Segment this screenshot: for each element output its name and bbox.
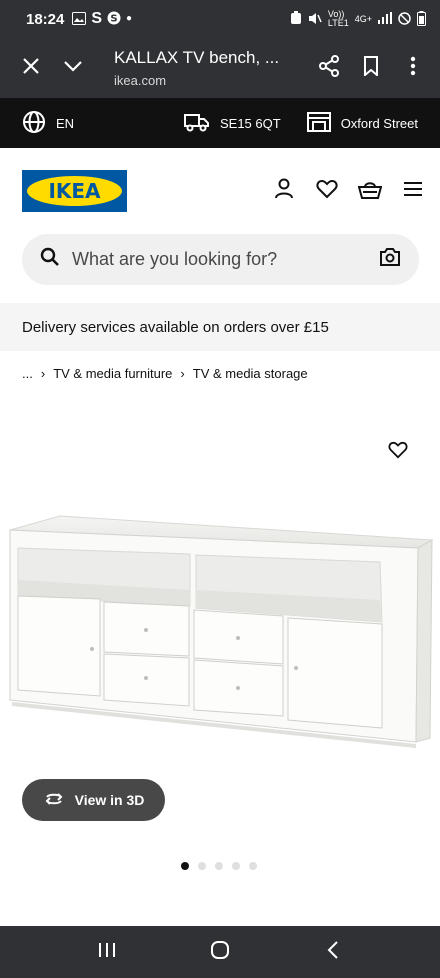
delivery-truck-icon — [183, 112, 210, 135]
menu-button[interactable] — [398, 176, 428, 206]
carousel-dot[interactable] — [198, 862, 206, 870]
carousel-dot[interactable] — [232, 862, 240, 870]
account-button[interactable] — [269, 176, 299, 206]
view-in-3d-button[interactable]: View in 3D — [22, 779, 165, 821]
alarm-icon — [290, 11, 302, 27]
search-icon — [40, 247, 60, 272]
no-sync-icon — [398, 11, 411, 27]
basket-button[interactable] — [355, 176, 385, 206]
camera-search-button[interactable] — [379, 247, 401, 272]
language-selector[interactable]: EN — [22, 110, 74, 137]
ikea-logo[interactable]: IKEA — [22, 170, 127, 212]
product-image[interactable] — [0, 500, 440, 760]
chevron-right-icon: › — [180, 366, 185, 381]
logo-oval: IKEA — [27, 176, 122, 206]
mute-icon — [308, 12, 322, 27]
image-carousel-dots — [181, 862, 257, 870]
shazam-icon: S — [107, 11, 121, 27]
tab-domain: ikea.com — [114, 73, 167, 88]
postcode-label: SE15 6QT — [219, 115, 281, 131]
bookmark-icon — [363, 55, 379, 81]
close-icon — [22, 57, 40, 80]
battery-icon — [417, 10, 426, 28]
search-bar[interactable]: What are you looking for? — [22, 234, 419, 285]
store-label: Oxford Street — [340, 115, 418, 131]
save-to-favourites-button[interactable] — [386, 440, 410, 464]
basket-icon — [357, 178, 383, 205]
share-icon — [318, 54, 340, 82]
browser-toolbar: KALLAX TV bench, ... ikea.com — [0, 38, 440, 98]
s-app-icon: S — [91, 10, 103, 27]
breadcrumb-item[interactable]: TV & media storage — [193, 366, 308, 381]
search-input[interactable]: What are you looking for? — [72, 249, 379, 270]
view-in-3d-label: View in 3D — [74, 792, 145, 808]
share-button[interactable] — [308, 47, 350, 89]
close-tab-button[interactable] — [10, 47, 52, 89]
status-time: 18:24 — [26, 10, 65, 28]
volte-indicator: Vo)) LTE1 — [328, 10, 349, 28]
delivery-banner-text: Delivery services available on orders ov… — [22, 318, 329, 336]
more-options-button[interactable] — [392, 47, 434, 89]
heart-icon — [316, 179, 338, 204]
person-icon — [274, 178, 294, 205]
chevron-down-icon — [63, 59, 83, 77]
delivery-banner[interactable]: Delivery services available on orders ov… — [0, 303, 440, 351]
lte-label: LTE1 — [327, 18, 349, 28]
carousel-dot[interactable] — [215, 862, 223, 870]
gallery-icon — [72, 11, 87, 27]
system-navigation-bar — [0, 926, 440, 978]
logo-text: IKEA — [48, 179, 101, 203]
collapse-tab-button[interactable] — [52, 47, 94, 89]
recent-apps-button[interactable] — [87, 932, 127, 972]
breadcrumb-ellipsis[interactable]: ... — [22, 366, 33, 381]
language-label: EN — [56, 115, 75, 131]
status-bar: 18:24 S S ● Vo)) LTE1 4G+ — [0, 0, 440, 38]
utility-bar: EN SE15 6QT Oxford Street — [0, 98, 440, 148]
notification-dot-icon: ● — [126, 13, 133, 24]
home-icon — [210, 940, 230, 965]
tab-titles: KALLAX TV bench, ... ikea.com — [94, 48, 308, 88]
back-button[interactable] — [313, 932, 353, 972]
network-type: 4G+ — [354, 14, 372, 24]
site-header: IKEA — [0, 148, 440, 234]
signal-icon — [378, 12, 392, 26]
breadcrumb-item[interactable]: TV & media furniture — [53, 366, 172, 381]
svg-text:S: S — [110, 14, 117, 25]
chevron-right-icon: › — [40, 366, 46, 381]
rotate-3d-icon — [43, 792, 65, 809]
more-vert-icon — [410, 56, 416, 81]
heart-icon — [388, 441, 408, 464]
postcode-selector[interactable]: SE15 6QT — [183, 112, 281, 135]
bookmark-button[interactable] — [350, 47, 392, 89]
back-chevron-icon — [327, 940, 339, 965]
favourites-button[interactable] — [312, 176, 342, 206]
home-button[interactable] — [200, 932, 240, 972]
breadcrumb: ... › TV & media furniture › TV & media … — [22, 366, 308, 381]
hamburger-menu-icon — [403, 181, 423, 202]
recent-apps-icon — [98, 941, 116, 964]
carousel-dot[interactable] — [249, 862, 257, 870]
tab-title: KALLAX TV bench, ... — [114, 48, 280, 67]
carousel-dot-active[interactable] — [181, 862, 189, 870]
store-selector[interactable]: Oxford Street — [306, 111, 418, 135]
store-icon — [306, 111, 331, 135]
globe-icon — [22, 110, 46, 137]
